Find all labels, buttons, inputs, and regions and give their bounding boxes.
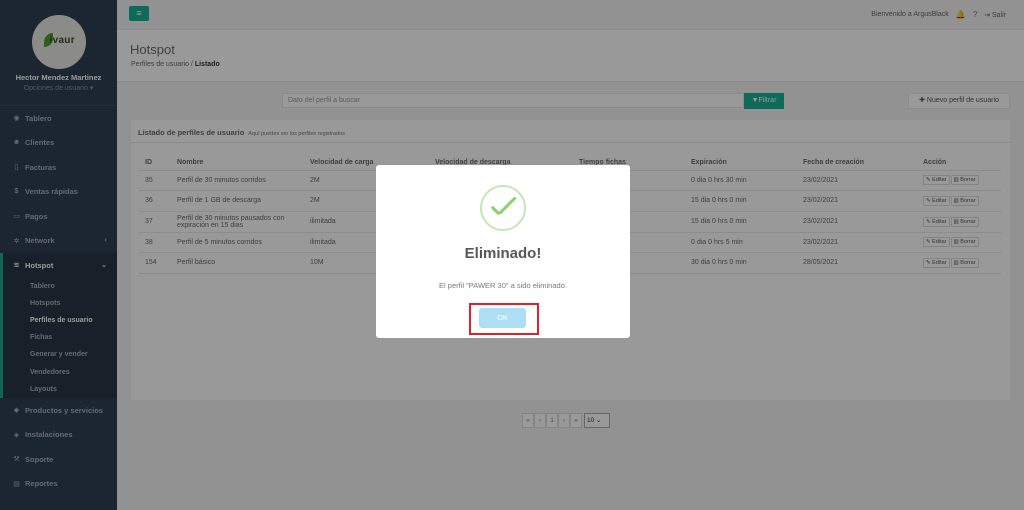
dialog-title: Eliminado! (464, 245, 542, 262)
success-check-icon (480, 185, 526, 231)
ok-button[interactable]: OK (479, 308, 526, 328)
success-dialog: Eliminado! El perfil "PAWER 30" a sido e… (376, 165, 630, 338)
dialog-message: El perfil "PAWER 30" a sido eliminado. (439, 281, 567, 290)
